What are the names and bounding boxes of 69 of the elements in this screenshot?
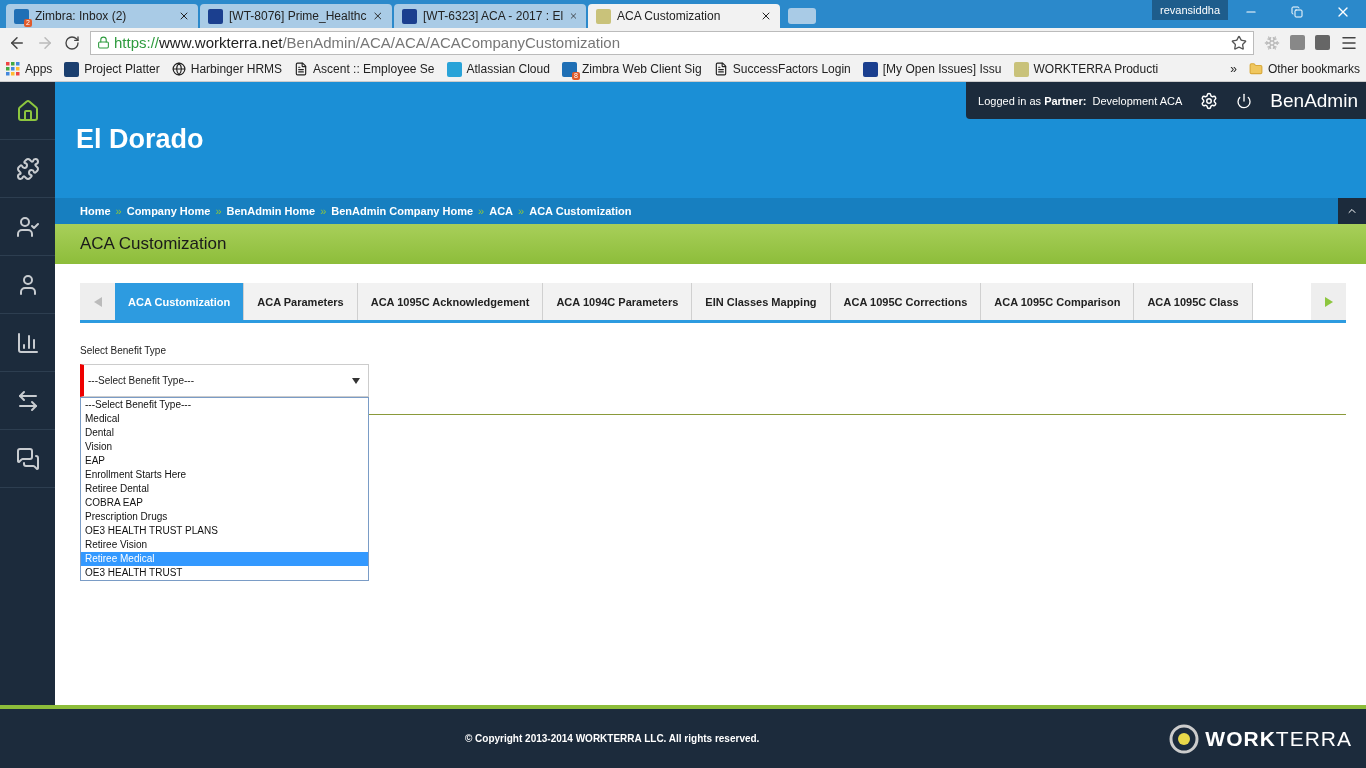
lock-icon bbox=[97, 36, 110, 49]
bookmark[interactable]: Atlassian Cloud bbox=[446, 61, 550, 77]
breadcrumb-link[interactable]: ACA Customization bbox=[529, 205, 632, 217]
favicon-icon bbox=[402, 8, 417, 24]
breadcrumb-separator: » bbox=[518, 205, 525, 217]
bar-chart-icon[interactable] bbox=[15, 330, 40, 355]
browser-tab[interactable]: [WT-6323] ACA - 2017 : El bbox=[394, 4, 586, 28]
tab[interactable]: ACA 1095C Class bbox=[1134, 283, 1253, 320]
close-icon[interactable] bbox=[760, 10, 772, 22]
tab[interactable]: EIN Classes Mapping bbox=[692, 283, 831, 320]
reload-icon[interactable] bbox=[64, 34, 80, 51]
globe-icon bbox=[171, 62, 186, 76]
bookmark[interactable]: WORKTERRA Producti bbox=[1013, 61, 1159, 77]
favicon-icon bbox=[862, 61, 878, 77]
restore-icon bbox=[1291, 6, 1303, 18]
page-icon bbox=[713, 62, 728, 76]
bookmark[interactable]: Project Platter bbox=[64, 61, 160, 77]
tab[interactable]: ACA 1095C Corrections bbox=[830, 283, 982, 320]
puzzle-icon[interactable] bbox=[15, 156, 40, 181]
breadcrumb-link[interactable]: Home bbox=[80, 205, 111, 217]
favicon-icon bbox=[64, 61, 80, 77]
browser-tab[interactable]: [WT-8076] Prime_Healthc bbox=[200, 4, 392, 28]
favicon-icon bbox=[446, 61, 462, 77]
tab[interactable]: ACA Parameters bbox=[244, 283, 358, 320]
page-icon bbox=[294, 62, 309, 76]
logo-icon bbox=[1169, 723, 1200, 754]
dropdown-arrow-icon bbox=[352, 377, 360, 384]
settings-icon[interactable] bbox=[1200, 91, 1219, 110]
favicon-icon bbox=[596, 8, 611, 24]
login-text: Logged in as Partner: Development ACA bbox=[978, 94, 1183, 107]
power-icon[interactable] bbox=[1236, 92, 1253, 109]
tab[interactable]: ACA 1094C Parameters bbox=[543, 283, 693, 320]
page-title: ACA Customization bbox=[55, 224, 1366, 264]
company-name: El Dorado bbox=[76, 124, 204, 155]
field-label: Select Benefit Type bbox=[80, 345, 167, 356]
favicon-icon bbox=[208, 8, 223, 24]
star-icon[interactable] bbox=[1231, 34, 1247, 51]
left-triangle-icon bbox=[93, 296, 102, 307]
folder-icon bbox=[1248, 62, 1263, 76]
breadcrumb-link[interactable]: Company Home bbox=[126, 205, 211, 217]
tab[interactable]: ACA 1095C Acknowledgement bbox=[357, 283, 544, 320]
logo-text: WORKTERRA bbox=[1205, 726, 1352, 751]
bookmark[interactable]: [My Open Issues] Issu bbox=[862, 61, 1002, 77]
apps-grid-icon bbox=[6, 62, 20, 76]
bookmark[interactable]: Apps bbox=[6, 62, 53, 76]
home-icon[interactable] bbox=[15, 98, 40, 123]
bookmark[interactable]: SuccessFactors Login bbox=[713, 62, 851, 76]
browser-tab[interactable]: ACA Customization bbox=[588, 4, 780, 28]
chat-icon[interactable] bbox=[15, 446, 40, 471]
address-field[interactable]: https://www.workterra.net/BenAdmin/ACA/ACA/ACACompanyCustomization bbox=[90, 30, 1254, 55]
right-triangle-icon bbox=[1324, 296, 1333, 307]
profile-name[interactable]: revansiddha bbox=[1152, 0, 1228, 20]
breadcrumb-link[interactable]: BenAdmin Company Home bbox=[331, 205, 474, 217]
breadcrumb-separator: » bbox=[478, 205, 485, 217]
more-bookmarks[interactable]: » bbox=[1230, 62, 1237, 76]
copyright-text: © Copyright 2013-2014 WORKTERRA LLC. All rights reserved. bbox=[463, 733, 761, 744]
breadcrumb-separator: » bbox=[115, 205, 122, 217]
breadcrumb-separator: » bbox=[215, 205, 222, 217]
favicon-icon bbox=[1013, 61, 1029, 77]
close-icon[interactable] bbox=[178, 10, 190, 22]
breadcrumb-separator: » bbox=[320, 205, 327, 217]
other-bookmarks[interactable]: Other bookmarks bbox=[1248, 62, 1360, 76]
app-name: BenAdmin bbox=[1270, 89, 1358, 112]
user-icon[interactable] bbox=[15, 214, 40, 239]
breadcrumb-link[interactable]: BenAdmin Home bbox=[226, 205, 316, 217]
bookmark[interactable]: Ascent :: Employee Se bbox=[294, 62, 435, 76]
tab[interactable]: ACA 1095C Comparison bbox=[981, 283, 1135, 320]
bookmark[interactable]: Harbinger HRMS bbox=[171, 62, 283, 76]
breadcrumb-link[interactable]: ACA bbox=[489, 205, 514, 217]
